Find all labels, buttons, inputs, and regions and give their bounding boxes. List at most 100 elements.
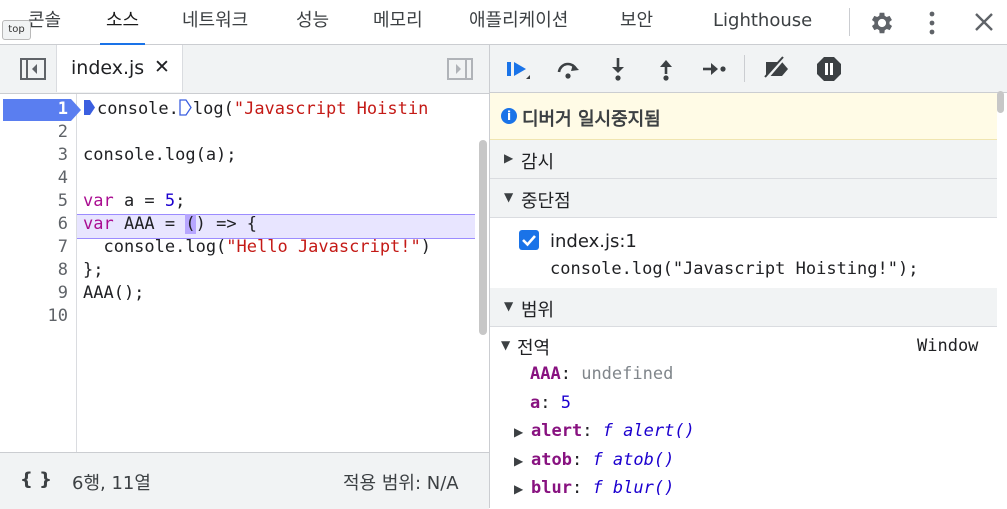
resume-icon[interactable]: [504, 55, 532, 83]
line-number[interactable]: 2: [58, 122, 68, 142]
close-icon[interactable]: ✕: [154, 56, 170, 78]
line-number[interactable]: 5: [58, 191, 68, 211]
code-line: console.log("Hello Javascript!"): [83, 237, 431, 257]
breakpoint-marker[interactable]: [3, 99, 83, 121]
kebab-menu-icon[interactable]: [922, 10, 942, 36]
section-watch-label: 감시: [521, 152, 555, 173]
line-number[interactable]: 4: [58, 168, 68, 188]
code-token: log(: [192, 99, 234, 119]
scope-variable[interactable]: blur: f blur(): [531, 478, 674, 498]
scope-variable[interactable]: a: 5: [530, 393, 571, 413]
code-token: console.: [97, 99, 179, 119]
section-breakpoints[interactable]: ▼ 중단점: [490, 179, 997, 218]
code-token: a =: [113, 191, 165, 211]
line-number[interactable]: 10: [48, 306, 68, 326]
code-line: var AAA = () => {: [83, 214, 257, 234]
variable-name: a: [530, 393, 541, 413]
code-token: ;: [175, 191, 186, 211]
sidebar-toggle-icon[interactable]: [20, 58, 46, 80]
tab-sources[interactable]: 소스: [99, 0, 146, 45]
tab-network[interactable]: 네트워크: [182, 0, 248, 44]
close-icon[interactable]: [973, 11, 995, 33]
vertical-scrollbar[interactable]: [479, 140, 487, 335]
tab-console[interactable]: 콘솔: [28, 0, 61, 44]
variable-value: f alert(): [602, 421, 695, 441]
code-token: ): [420, 237, 432, 257]
code-line: };: [83, 260, 103, 280]
tab-security[interactable]: 보안: [620, 0, 653, 44]
code-line: console.log(a);: [83, 145, 237, 165]
section-scope[interactable]: ▼ 범위: [490, 288, 997, 327]
variable-separator: :: [571, 450, 593, 470]
scope-global-label[interactable]: 전역: [517, 334, 550, 360]
line-number-gutter: 1 2 3 4 5 6 7 8 9 10: [0, 94, 81, 460]
code-line: console. log("Javascript Hoistin: [83, 99, 428, 119]
toolbar-divider: [849, 8, 850, 36]
variable-value: undefined: [581, 364, 674, 384]
paused-message: 디버거 일시중지됨: [522, 109, 661, 130]
step-over-icon[interactable]: [554, 55, 582, 83]
code-line: var a = 5;: [83, 191, 185, 211]
expand-arrow-icon[interactable]: ▶: [514, 425, 523, 439]
step-icon[interactable]: [700, 55, 728, 83]
tab-application[interactable]: 애플리케이션: [469, 0, 568, 44]
line-number[interactable]: 3: [58, 145, 68, 165]
expand-arrow-icon: ▶: [504, 151, 514, 165]
code-token: ) => {: [195, 214, 258, 234]
step-out-icon[interactable]: [652, 55, 680, 83]
line-number[interactable]: 9: [58, 283, 68, 303]
debugger-paused-banner: i 디버거 일시중지됨: [490, 93, 997, 140]
collapse-arrow-icon[interactable]: ▼: [501, 338, 510, 352]
scope-variable[interactable]: atob: f atob(): [531, 450, 674, 470]
scope-variable[interactable]: AAA: undefined: [530, 364, 673, 384]
line-number[interactable]: 8: [58, 260, 68, 280]
inline-breakpoint-active-icon[interactable]: [83, 99, 96, 116]
variable-separator: :: [560, 364, 582, 384]
breakpoint-location[interactable]: index.js:1: [550, 231, 637, 252]
file-tab-index-js[interactable]: index.js ✕: [56, 45, 183, 92]
line-number[interactable]: 6: [58, 214, 68, 234]
tab-performance[interactable]: 성능: [296, 0, 329, 44]
code-token: var: [83, 191, 114, 211]
line-number[interactable]: 1: [58, 99, 68, 119]
tab-lighthouse[interactable]: Lighthouse: [713, 0, 812, 44]
panel-toggle-icon[interactable]: [447, 58, 473, 80]
variable-separator: :: [582, 421, 603, 441]
inline-breakpoint-icon[interactable]: [179, 99, 192, 116]
code-token: console.log(: [83, 237, 227, 257]
code-token: var: [83, 214, 114, 234]
section-breakpoints-label: 중단점: [521, 191, 571, 212]
line-number[interactable]: 7: [58, 237, 68, 257]
code-token: AAA();: [83, 283, 145, 303]
code-token: console.log(a);: [83, 145, 237, 165]
editor-status-bar: { } 6행, 11열 적용 범위: N/A: [0, 452, 489, 509]
cursor-position: 6행, 11열: [72, 473, 151, 494]
vertical-scrollbar[interactable]: [997, 91, 1004, 113]
breakpoint-checkbox[interactable]: [519, 230, 539, 250]
breakpoint-code: console.log("Javascript Hoisting!");: [550, 259, 919, 279]
code-token: AAA =: [113, 214, 186, 234]
scope-variable[interactable]: alert: f alert(): [531, 421, 695, 441]
deactivate-breakpoints-icon[interactable]: [762, 55, 790, 83]
variable-separator: :: [571, 478, 593, 498]
code-token: 5: [164, 191, 176, 211]
debugger-toolbar: [490, 45, 1007, 93]
expand-arrow-icon[interactable]: ▶: [514, 454, 523, 468]
variable-value: f atob(): [592, 450, 675, 470]
pause-on-exceptions-icon[interactable]: [815, 55, 843, 83]
pretty-print-button[interactable]: { }: [20, 469, 52, 490]
expand-arrow-icon[interactable]: ▶: [514, 482, 523, 496]
tab-memory[interactable]: 메모리: [373, 0, 423, 44]
variable-name: alert: [531, 421, 583, 441]
variable-value: f blur(): [592, 478, 675, 498]
debugger-sidebar: i 디버거 일시중지됨 ▶ 감시 ▼ 중단점 index.js:1 consol…: [490, 45, 1007, 508]
section-watch[interactable]: ▶ 감시: [490, 140, 997, 179]
devtools-tab-bar: 콘솔 소스 네트워크 성능 메모리 애플리케이션 보안 Lighthouse t…: [0, 0, 1007, 45]
gear-icon[interactable]: [868, 9, 896, 37]
step-into-icon[interactable]: [604, 55, 632, 83]
code-token: };: [83, 260, 104, 280]
editor-pane: index.js ✕ 1 2 3 4 5 6 7 8 9 10 console. log("Java…: [0, 45, 489, 509]
variable-name: AAA: [530, 364, 561, 384]
scope-global-value: Window: [917, 336, 979, 356]
variable-separator: :: [540, 393, 561, 413]
